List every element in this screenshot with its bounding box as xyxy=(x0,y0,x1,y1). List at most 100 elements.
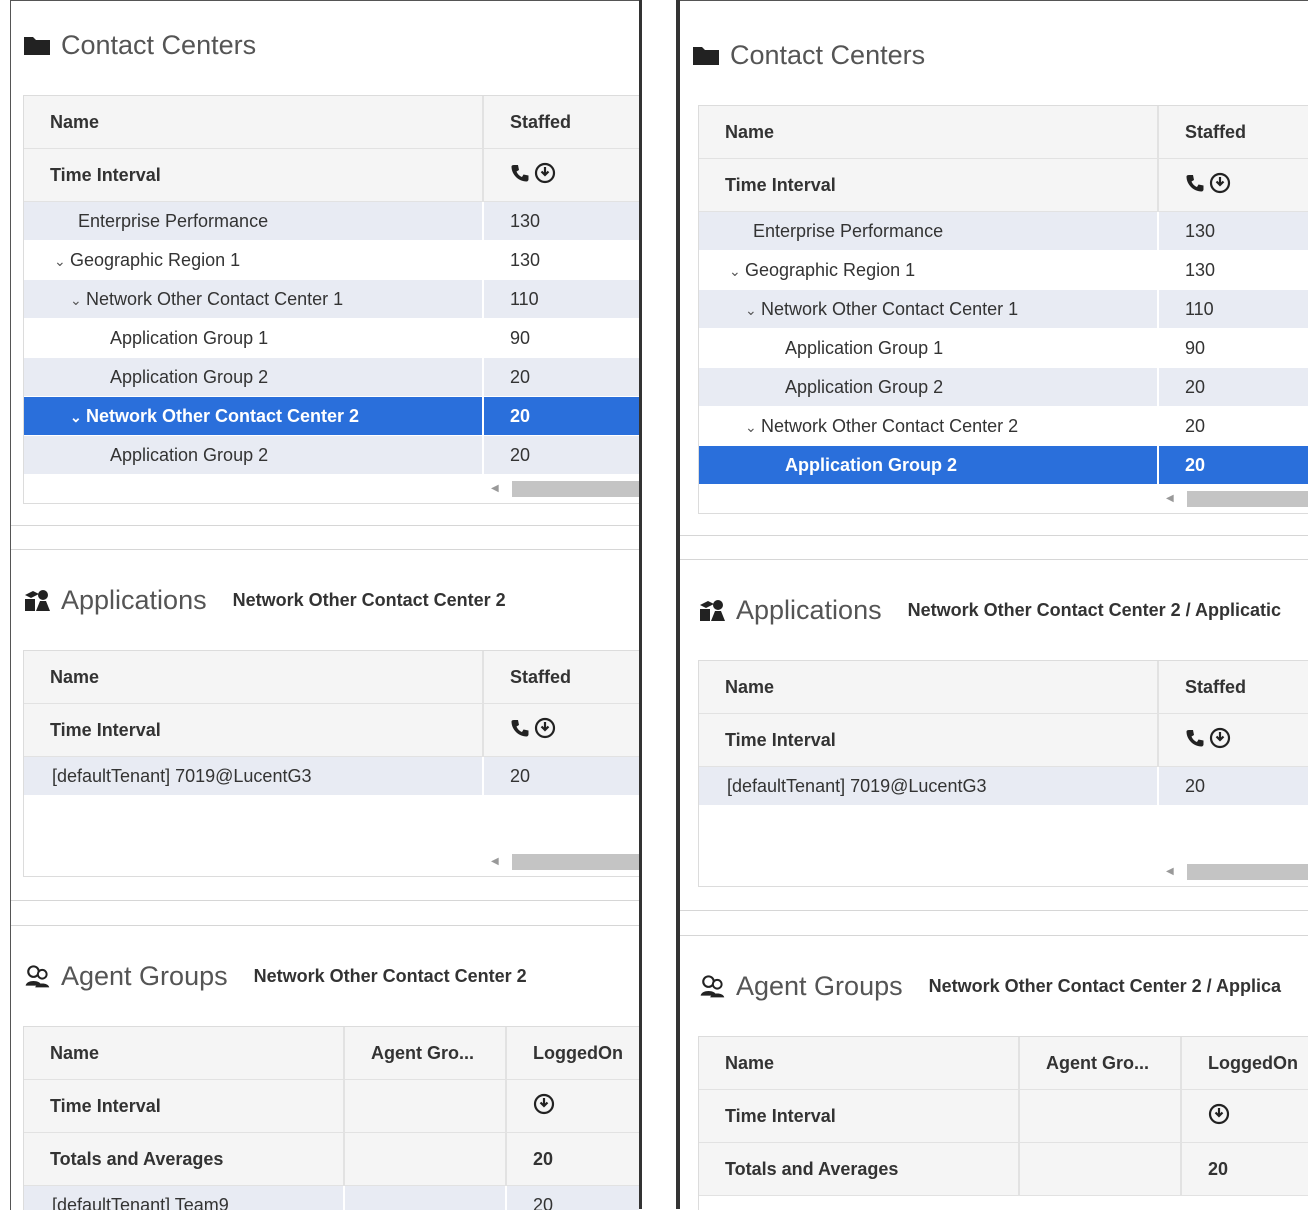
section-divider xyxy=(11,900,639,901)
agent-groups-grid: Name Agent Gro... LoggedOn Time Interval… xyxy=(698,1036,1308,1210)
row-value: 20 xyxy=(1158,767,1308,806)
table-row[interactable]: ⌄Network Other Contact Center 2 20 xyxy=(699,407,1308,446)
header-row: Name Agent Gro... LoggedOn xyxy=(699,1037,1308,1090)
table-row[interactable]: Application Group 2 20 xyxy=(699,368,1308,407)
scroll-left-icon[interactable]: ◀ xyxy=(1166,493,1176,505)
agent-groups-header: Agent Groups Network Other Contact Cente… xyxy=(23,959,527,993)
agent-groups-section: Agent Groups Network Other Contact Cente… xyxy=(11,925,639,1210)
column-header-agent-group[interactable]: Agent Gro... xyxy=(344,1027,506,1080)
column-header-name[interactable]: Name xyxy=(24,651,483,704)
table-row[interactable]: Application Group 1 90 xyxy=(699,329,1308,368)
scroll-left-icon[interactable]: ◀ xyxy=(1166,866,1176,878)
contact-centers-header: Contact Centers xyxy=(23,28,256,62)
scrollbar-thumb[interactable] xyxy=(512,481,639,497)
column-header-name[interactable]: Name xyxy=(24,96,483,149)
time-interval-row: Time Interval xyxy=(24,1080,639,1133)
column-header-name[interactable]: Name xyxy=(699,106,1158,159)
table-row[interactable]: [defaultTenant] 7019@LucentG3 20 xyxy=(699,767,1308,806)
section-subtitle: Network Other Contact Center 2 / Applica xyxy=(929,976,1281,997)
time-interval-icons xyxy=(1181,1090,1308,1143)
horizontal-scrollbar[interactable]: ◀ xyxy=(699,485,1308,513)
totals-value: 20 xyxy=(506,1133,639,1186)
chevron-down-icon[interactable]: ⌄ xyxy=(729,263,745,280)
time-interval-row: Time Interval xyxy=(24,149,639,202)
scrollbar-thumb[interactable] xyxy=(1187,491,1308,507)
chevron-down-icon[interactable]: ⌄ xyxy=(70,292,86,309)
agent-group-icon xyxy=(23,963,51,989)
column-header-staffed[interactable]: Staffed xyxy=(1158,106,1308,159)
chevron-down-icon[interactable]: ⌄ xyxy=(54,253,70,270)
column-header-staffed[interactable]: Staffed xyxy=(483,96,639,149)
time-interval-row: Time Interval xyxy=(24,704,639,757)
section-subtitle: Network Other Contact Center 2 xyxy=(233,590,506,611)
row-name: Enterprise Performance xyxy=(699,212,1158,251)
row-name: Network Other Contact Center 1 xyxy=(761,299,1018,319)
table-row[interactable]: ⌄Network Other Contact Center 1 110 xyxy=(699,290,1308,329)
contact-centers-section: Contact Centers Name Staffed Time Interv… xyxy=(680,1,1308,561)
row-name: Application Group 2 xyxy=(699,446,1158,485)
row-name: Application Group 1 xyxy=(699,329,1158,368)
table-row[interactable]: [defaultTenant] Team9 20 xyxy=(24,1186,639,1210)
row-value: 20 xyxy=(483,358,639,397)
row-value: 130 xyxy=(483,202,639,241)
column-header-loggedon[interactable]: LoggedOn xyxy=(1181,1037,1308,1090)
section-title: Applications xyxy=(736,595,882,626)
row-name: Geographic Region 1 xyxy=(70,250,240,270)
applications-section: Applications Network Other Contact Cente… xyxy=(11,549,639,930)
horizontal-scrollbar[interactable]: ◀ xyxy=(24,848,639,876)
row-value: 20 xyxy=(1158,446,1308,485)
header-row: Name Staffed xyxy=(24,651,639,704)
left-dashboard-panel: Contact Centers Name Staffed Time Interv… xyxy=(10,0,639,1210)
row-name: Network Other Contact Center 2 xyxy=(761,416,1018,436)
table-row[interactable]: Application Group 2 20 xyxy=(24,436,639,475)
time-interval-row: Time Interval xyxy=(699,159,1308,212)
section-title: Agent Groups xyxy=(736,971,903,1002)
scrollbar-thumb[interactable] xyxy=(1187,864,1308,880)
section-title: Agent Groups xyxy=(61,961,228,992)
column-header-staffed[interactable]: Staffed xyxy=(483,651,639,704)
scroll-left-icon[interactable]: ◀ xyxy=(491,483,501,495)
table-row[interactable]: ⌄Network Other Contact Center 1 110 xyxy=(24,280,639,319)
column-header-loggedon[interactable]: LoggedOn xyxy=(506,1027,639,1080)
row-value: 20 xyxy=(483,397,639,436)
scroll-left-icon[interactable]: ◀ xyxy=(491,856,501,868)
row-name-cell: ⌄Network Other Contact Center 2 xyxy=(24,397,483,436)
table-row[interactable]: Enterprise Performance 130 xyxy=(699,212,1308,251)
table-row-selected[interactable]: Application Group 2 20 xyxy=(699,446,1308,485)
table-row-selected[interactable]: ⌄Network Other Contact Center 2 20 xyxy=(24,397,639,436)
row-value: 130 xyxy=(483,241,639,280)
scrollbar-thumb[interactable] xyxy=(512,854,639,870)
row-name-cell: ⌄Network Other Contact Center 1 xyxy=(24,280,483,319)
column-header-name[interactable]: Name xyxy=(699,1037,1019,1090)
table-row[interactable]: [defaultTenant] 7019@LucentG3 20 xyxy=(24,757,639,796)
section-divider xyxy=(680,535,1308,536)
column-header-name[interactable]: Name xyxy=(24,1027,344,1080)
table-row[interactable]: Enterprise Performance 130 xyxy=(24,202,639,241)
header-row: Name Staffed xyxy=(699,106,1308,159)
horizontal-scrollbar[interactable]: ◀ xyxy=(699,858,1308,886)
column-header-name[interactable]: Name xyxy=(699,661,1158,714)
totals-value: 20 xyxy=(1181,1143,1308,1196)
agent-groups-header: Agent Groups Network Other Contact Cente… xyxy=(698,969,1281,1003)
applications-section: Applications Network Other Contact Cente… xyxy=(680,559,1308,940)
phone-icon xyxy=(510,718,530,738)
clock-icon xyxy=(533,1093,555,1115)
row-value: 90 xyxy=(483,319,639,358)
table-row[interactable]: Application Group 2 20 xyxy=(24,358,639,397)
section-title: Contact Centers xyxy=(61,30,256,61)
chevron-down-icon[interactable]: ⌄ xyxy=(70,409,86,426)
row-value: 130 xyxy=(1158,212,1308,251)
section-title: Contact Centers xyxy=(730,40,925,71)
horizontal-scrollbar[interactable]: ◀ xyxy=(24,475,639,503)
time-interval-label: Time Interval xyxy=(24,704,483,757)
column-header-agent-group[interactable]: Agent Gro... xyxy=(1019,1037,1181,1090)
chevron-down-icon[interactable]: ⌄ xyxy=(745,302,761,319)
table-row[interactable]: Application Group 1 90 xyxy=(24,319,639,358)
table-row[interactable]: ⌄Geographic Region 1 130 xyxy=(24,241,639,280)
header-row: Name Agent Gro... LoggedOn xyxy=(24,1027,639,1080)
chevron-down-icon[interactable]: ⌄ xyxy=(745,419,761,436)
table-row[interactable]: ⌄Geographic Region 1 130 xyxy=(699,251,1308,290)
column-header-staffed[interactable]: Staffed xyxy=(1158,661,1308,714)
row-name: Application Group 1 xyxy=(24,319,483,358)
time-interval-icons xyxy=(506,1080,639,1133)
